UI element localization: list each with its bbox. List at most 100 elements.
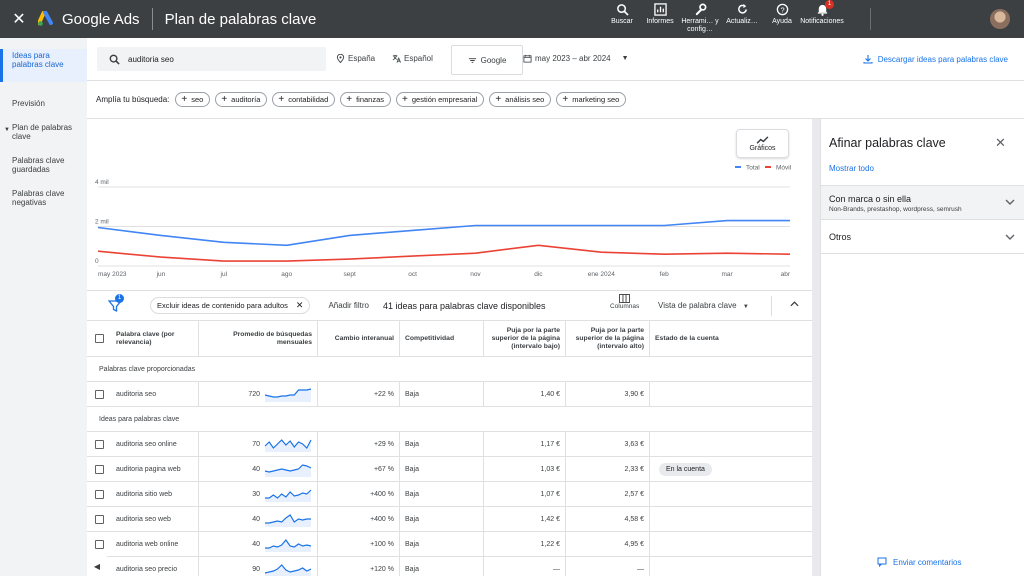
keyword-cell: auditoria sitio web [111, 482, 199, 506]
nav-item-forecast[interactable]: Previsión [0, 99, 87, 108]
ideas-count: 41 ideas para palabras clave disponibles [382, 300, 546, 311]
help-button[interactable]: ? Ayuda [764, 0, 800, 38]
broaden-chip[interactable]: + gestión empresarial [396, 92, 485, 107]
refresh-button[interactable]: Actualiz… [722, 0, 762, 38]
reports-button[interactable]: Informes [642, 0, 678, 38]
checkbox[interactable] [94, 489, 104, 499]
competition-cell: Baja [400, 482, 484, 506]
view-selector[interactable]: Vista de palabra clave ▼ [658, 301, 749, 310]
avg-searches-cell: 90 [199, 557, 318, 576]
keywords-table: Palabra clave (por relevancia) Promedio … [87, 321, 812, 576]
table-row[interactable]: auditoria seo web 40 +400 % Baja 1,42 €4,58 … [87, 507, 812, 532]
bid-low-cell: 1,42 € [484, 507, 566, 531]
tools-settings-button[interactable]: Herrami… y config… [680, 0, 720, 38]
row-checkbox-cell[interactable] [87, 482, 111, 506]
close-icon[interactable]: ✕ [296, 300, 304, 311]
download-ideas-link[interactable]: Descargar ideas para palabras clave [863, 54, 1008, 64]
checkbox[interactable] [94, 539, 104, 549]
row-checkbox-cell[interactable] [87, 507, 111, 531]
collapse-chart-button[interactable] [790, 299, 799, 309]
in-account-badge: En la cuenta [659, 462, 712, 476]
row-checkbox-cell[interactable] [87, 457, 111, 481]
checkbox[interactable] [94, 334, 104, 343]
broaden-chip[interactable]: + auditoría [215, 92, 268, 107]
filter-button[interactable]: 1 [107, 293, 124, 313]
checkbox[interactable] [94, 389, 104, 399]
col-bid-low[interactable]: Puja por la parte superior de la página … [484, 321, 566, 356]
table-row[interactable]: auditoria web online 40 +100 % Baja 1,22 €4,… [87, 532, 812, 557]
checkbox[interactable] [94, 439, 104, 449]
exclude-adult-chip[interactable]: Excluir ideas de contenido para adultos … [150, 297, 311, 314]
checkbox[interactable] [94, 464, 104, 474]
refine-section-others[interactable]: Otros [821, 220, 1024, 254]
x-tick-label: mar [721, 271, 733, 278]
table-row[interactable]: auditoria pagina web 40 +67 % Baja 1,03 €2,3… [87, 457, 812, 482]
trend-sparkline [264, 388, 312, 402]
date-range-filter[interactable]: may 2023 – abr 2024 ▼ [523, 54, 629, 63]
scroll-left-button[interactable]: ◀ [87, 556, 107, 576]
col-change[interactable]: Cambio interanual [318, 321, 400, 356]
close-icon[interactable]: ✕ [0, 9, 38, 29]
broaden-search-row: Amplía tu búsqueda: + seo + auditoría + con… [87, 81, 1024, 119]
x-tick-label: ago [281, 271, 292, 278]
col-avg-searches[interactable]: Promedio de búsquedas mensuales [199, 321, 318, 356]
trend-chart-svg: 0 2 mil 4 mil may 2023 jun jul ago sept oct nov di… [95, 165, 792, 279]
col-keyword[interactable]: Palabra clave (por relevancia) [111, 321, 199, 356]
nav-item-keyword-ideas[interactable]: Ideas para palabras clave [0, 49, 87, 82]
search-button[interactable]: Buscar [604, 0, 640, 38]
competition-cell: Baja [400, 382, 484, 406]
broaden-chip[interactable]: + contabilidad [272, 92, 336, 107]
idea-rows: auditoria seo online 70 +29 % Baja 1,17 €3,6… [87, 432, 812, 576]
table-row[interactable]: auditoria seo online 70 +29 % Baja 1,17 €3,6… [87, 432, 812, 457]
broaden-chip[interactable]: + marketing seo [556, 92, 627, 107]
close-icon[interactable]: ✕ [995, 135, 1006, 151]
table-row[interactable]: auditoria seo precio 90 +120 % Baja — — [87, 557, 812, 576]
col-account-state[interactable]: Estado de la cuenta [650, 321, 812, 356]
trend-icon [756, 135, 769, 144]
add-filter-button[interactable]: Añadir filtro [328, 301, 368, 310]
nav-item-negative-keywords[interactable]: Palabras clave negativas [0, 189, 87, 207]
broaden-chip[interactable]: + análisis seo [489, 92, 552, 107]
x-tick-label: nov [470, 271, 481, 278]
table-row[interactable]: auditoria seo 720 +22 % Baja 1,40 €3,90 € [87, 382, 812, 407]
chevron-down-icon [1005, 199, 1015, 205]
bid-high-cell: 2,33 € [566, 457, 650, 481]
broaden-chip[interactable]: + finanzas [340, 92, 392, 107]
refine-section-brand[interactable]: Con marca o sin ella Non-Brands, prestas… [821, 185, 1024, 220]
chevron-down-icon [1005, 234, 1015, 240]
notifications-button[interactable]: 1 Notificaciones [800, 0, 844, 38]
competition-cell: Baja [400, 432, 484, 456]
row-checkbox-cell[interactable] [87, 432, 111, 456]
bid-high-cell: 4,95 € [566, 532, 650, 556]
send-feedback-link[interactable]: Enviar comentarios [877, 557, 961, 567]
table-row[interactable]: auditoria sitio web 30 +400 % Baja 1,07 €2,5… [87, 482, 812, 507]
section-keyword-ideas: Ideas para palabras clave [87, 407, 812, 432]
language-filter[interactable]: Español [392, 54, 433, 63]
show-all-link[interactable]: Mostrar todo [829, 164, 874, 173]
charts-button[interactable]: Gráficos [736, 129, 789, 158]
select-all-checkbox[interactable] [87, 321, 111, 356]
chip-label: finanzas [356, 95, 385, 104]
broaden-chip[interactable]: + seo [175, 92, 211, 107]
bid-low-cell: 1,17 € [484, 432, 566, 456]
row-checkbox-cell[interactable] [87, 532, 111, 556]
columns-button[interactable]: Columnas [610, 294, 639, 310]
translate-icon [392, 54, 401, 63]
location-filter[interactable]: España [336, 54, 375, 63]
avatar[interactable] [990, 9, 1010, 29]
download-icon [863, 55, 873, 64]
network-filter[interactable]: Google [451, 45, 523, 75]
nav-item-saved-keywords[interactable]: Palabras clave guardadas [0, 156, 87, 174]
avg-searches-value: 720 [248, 390, 260, 398]
y-tick-label: 4 mil [95, 179, 109, 186]
row-checkbox-cell[interactable] [87, 382, 111, 406]
col-competition[interactable]: Competitividad [400, 321, 484, 356]
avg-searches-value: 70 [252, 440, 260, 448]
location-pin-icon [336, 54, 345, 63]
col-bid-high[interactable]: Puja por la parte superior de la página … [566, 321, 650, 356]
checkbox[interactable] [94, 514, 104, 524]
search-input[interactable]: auditoria seo [97, 47, 326, 71]
avg-searches-value: 40 [252, 465, 260, 473]
nav-item-keyword-plan[interactable]: ▼ Plan de palabras clave [0, 123, 87, 141]
bid-low-cell: 1,07 € [484, 482, 566, 506]
